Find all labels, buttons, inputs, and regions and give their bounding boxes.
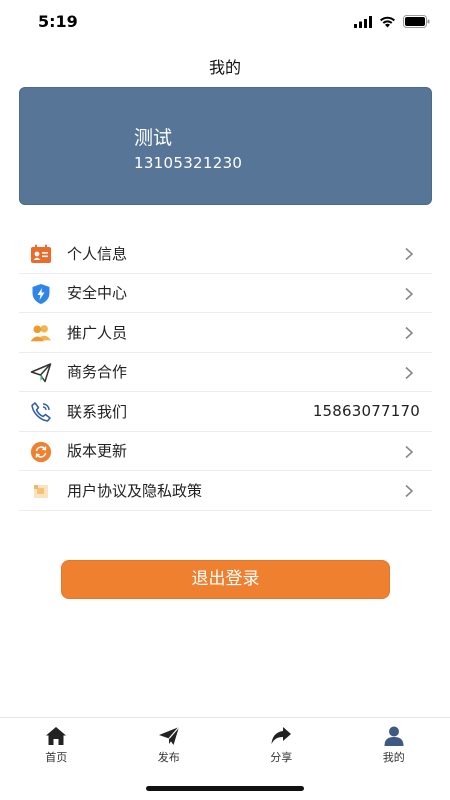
tab-label: 首页	[45, 751, 68, 764]
status-icons	[354, 15, 430, 28]
tab-home[interactable]: 首页	[0, 718, 113, 767]
contact-phone-number: 15863077170	[312, 402, 420, 421]
menu-item-label: 安全中心	[67, 284, 128, 303]
chevron-right-icon	[405, 445, 414, 458]
menu-item-version-update[interactable]: 版本更新	[19, 432, 432, 471]
settings-menu: 个人信息 安全中心 推广人员 商务合作 联系我们 15863077170 版本更…	[19, 234, 432, 511]
profile-phone: 13105321230	[134, 154, 243, 172]
phone-icon	[30, 401, 52, 423]
menu-item-label: 个人信息	[67, 244, 128, 263]
menu-item-label: 用户协议及隐私政策	[67, 481, 203, 500]
send-icon	[158, 726, 180, 745]
menu-item-business-cooperation[interactable]: 商务合作	[19, 353, 432, 392]
profile-card[interactable]: 测试 13105321230	[19, 87, 432, 205]
status-bar: 5:19	[0, 0, 450, 44]
menu-item-user-agreement[interactable]: 用户协议及隐私政策	[19, 471, 432, 511]
paper-plane-icon	[30, 362, 52, 384]
chevron-right-icon	[405, 366, 414, 379]
menu-item-contact-us[interactable]: 联系我们 15863077170	[19, 392, 432, 432]
user-icon	[384, 726, 404, 746]
bottom-tab-bar: 首页 发布 分享 我的	[0, 717, 450, 767]
menu-item-label: 推广人员	[67, 323, 128, 342]
home-indicator	[146, 786, 304, 791]
share-icon	[271, 727, 292, 744]
chevron-right-icon	[405, 326, 414, 340]
menu-item-label: 商务合作	[67, 363, 128, 382]
home-icon	[46, 727, 67, 745]
tab-label: 我的	[382, 751, 405, 764]
menu-item-security-center[interactable]: 安全中心	[19, 274, 432, 313]
cellular-signal-icon	[354, 15, 372, 28]
logout-button[interactable]: 退出登录	[61, 560, 390, 599]
tab-label: 发布	[157, 751, 180, 764]
tab-mine[interactable]: 我的	[338, 718, 450, 767]
id-card-icon	[30, 243, 52, 265]
people-icon	[30, 322, 52, 344]
page-title: 我的	[208, 58, 241, 77]
menu-item-label: 联系我们	[67, 402, 128, 421]
menu-item-personal-info[interactable]: 个人信息	[19, 234, 432, 274]
chevron-right-icon	[405, 484, 414, 498]
wifi-icon	[380, 16, 395, 27]
tab-label: 分享	[270, 751, 293, 764]
chevron-right-icon	[405, 287, 414, 300]
battery-icon	[403, 15, 430, 28]
tab-share[interactable]: 分享	[225, 718, 338, 767]
menu-item-label: 版本更新	[67, 442, 128, 461]
chevron-right-icon	[405, 247, 414, 261]
document-icon	[30, 480, 52, 502]
refresh-icon	[30, 441, 52, 463]
profile-name: 测试	[134, 127, 173, 149]
tab-publish[interactable]: 发布	[113, 718, 226, 767]
shield-bolt-icon	[30, 283, 52, 305]
status-time: 5:19	[38, 12, 78, 31]
menu-item-promoters[interactable]: 推广人员	[19, 313, 432, 353]
